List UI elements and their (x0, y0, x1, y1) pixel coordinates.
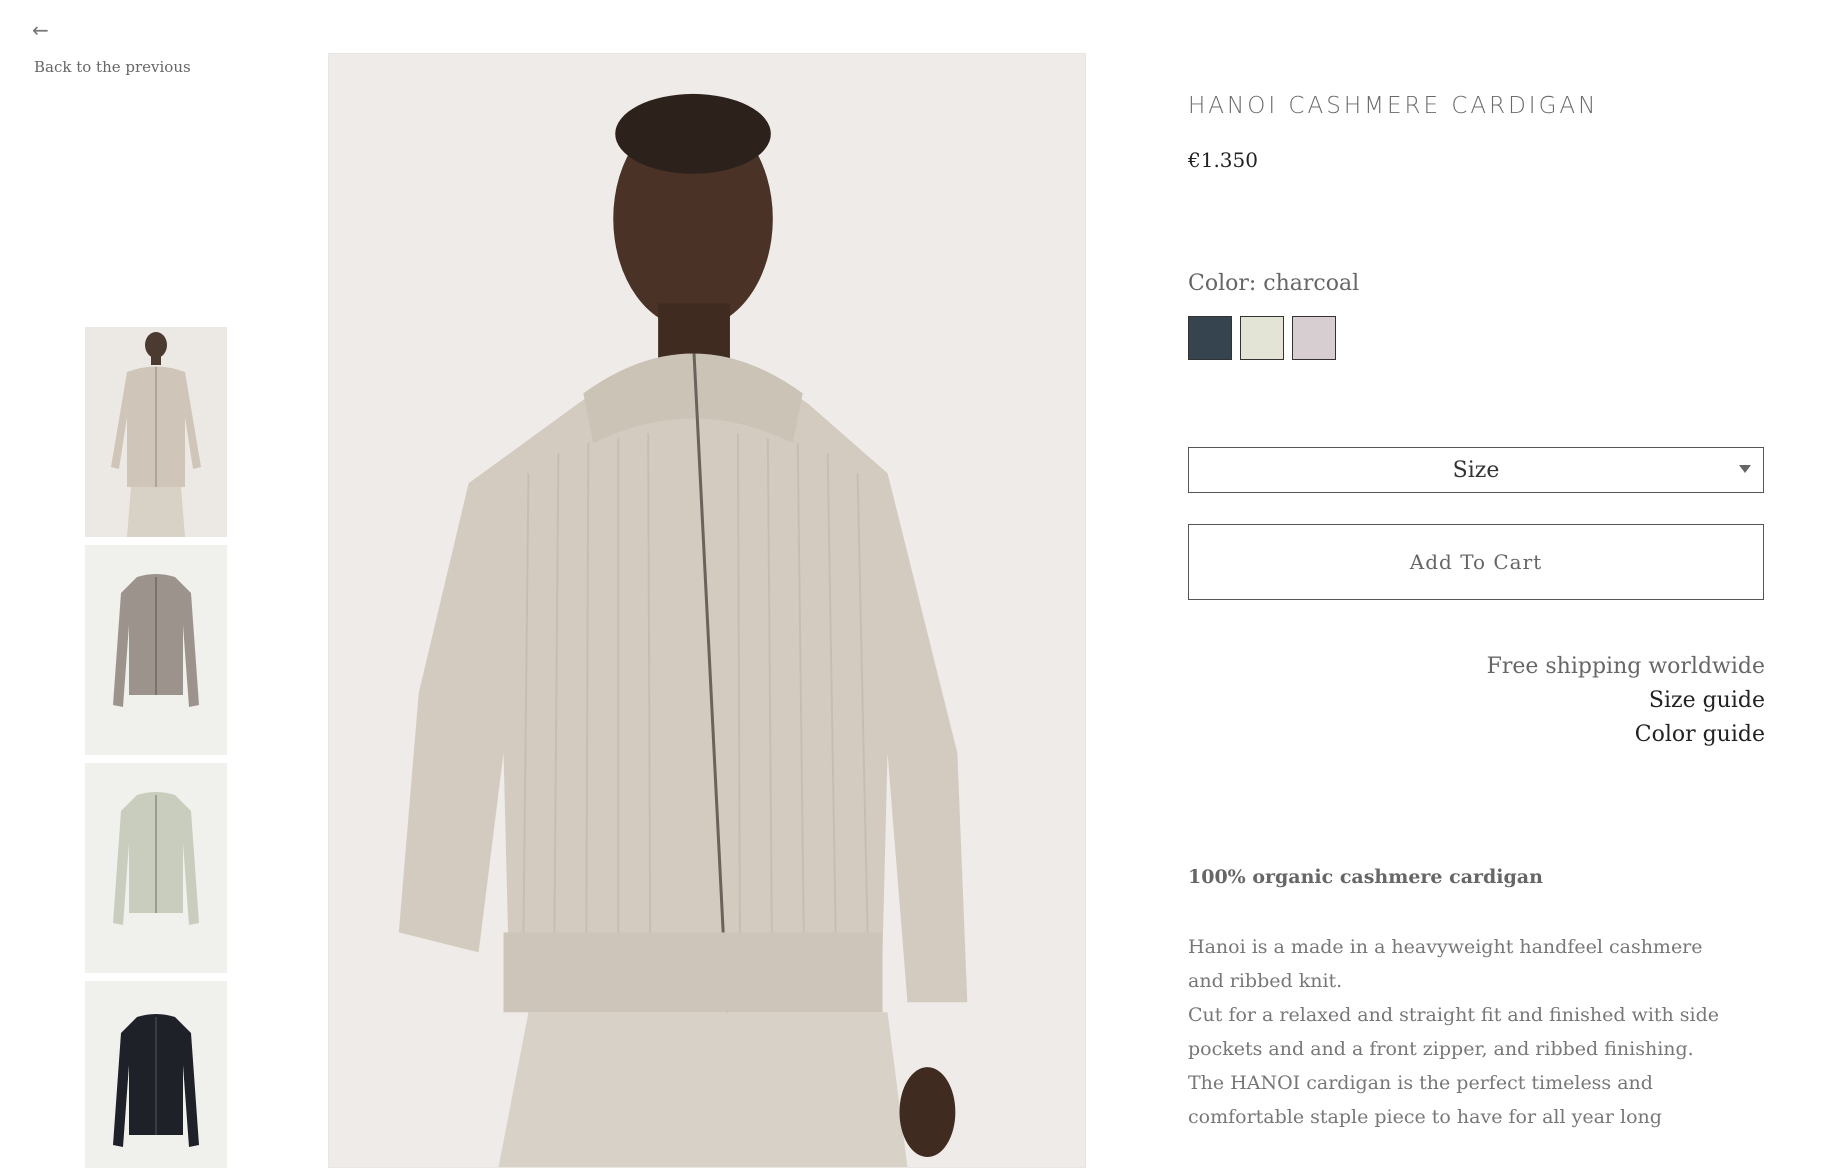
back-link[interactable]: Back to the previous (34, 58, 191, 76)
thumbnail-4[interactable] (85, 981, 227, 1168)
product-title: HANOI CASHMERE CARDIGAN (1188, 93, 1599, 119)
add-to-cart-button[interactable]: Add To Cart (1188, 524, 1764, 600)
swatch-charcoal[interactable] (1188, 316, 1232, 360)
thumbnail-gallery (85, 327, 227, 1168)
thumbnail-1[interactable] (85, 327, 227, 537)
back-arrow-icon[interactable]: ← (32, 18, 49, 42)
product-page: ← Back to the previous HANOI CASHMERE CA… (0, 0, 1824, 1168)
swatch-cream[interactable] (1240, 316, 1284, 360)
swatch-light-grey[interactable] (1292, 316, 1336, 360)
color-guide-link[interactable]: Color guide (1189, 718, 1765, 752)
shipping-note: Free shipping worldwide (1486, 654, 1765, 679)
description-line: The HANOI cardigan is the perfect timele… (1188, 1072, 1653, 1094)
thumbnail-2[interactable] (85, 545, 227, 755)
size-select[interactable]: Size (1188, 447, 1764, 493)
description-line: comfortable staple piece to have for all… (1188, 1106, 1662, 1128)
size-guide-link[interactable]: Size guide (1189, 684, 1765, 718)
thumbnail-flat-image (113, 792, 199, 925)
product-main-image[interactable] (328, 53, 1086, 1168)
thumbnail-flat-image (113, 1014, 199, 1147)
description-heading: 100% organic cashmere cardigan (1188, 866, 1543, 888)
model-photo (329, 54, 1085, 1167)
description-text: Hanoi is a made in a heavyweight handfee… (1188, 930, 1748, 1134)
info-links: Free shipping worldwide Size guide Color… (1189, 650, 1765, 752)
product-price: €1.350 (1188, 148, 1258, 172)
description-line: Hanoi is a made in a heavyweight handfee… (1188, 936, 1703, 958)
description-line: and ribbed knit. (1188, 970, 1343, 992)
chevron-down-icon (1739, 465, 1751, 473)
color-label: Color: charcoal (1188, 271, 1360, 296)
description-line: pockets and and a front zipper, and ribb… (1188, 1038, 1694, 1060)
thumbnail-3[interactable] (85, 763, 227, 973)
thumbnail-model-image (111, 332, 201, 537)
size-select-label: Size (1452, 457, 1500, 483)
description-line: Cut for a relaxed and straight fit and f… (1188, 1004, 1720, 1026)
thumbnail-flat-image (113, 574, 199, 707)
color-swatches (1188, 316, 1336, 360)
